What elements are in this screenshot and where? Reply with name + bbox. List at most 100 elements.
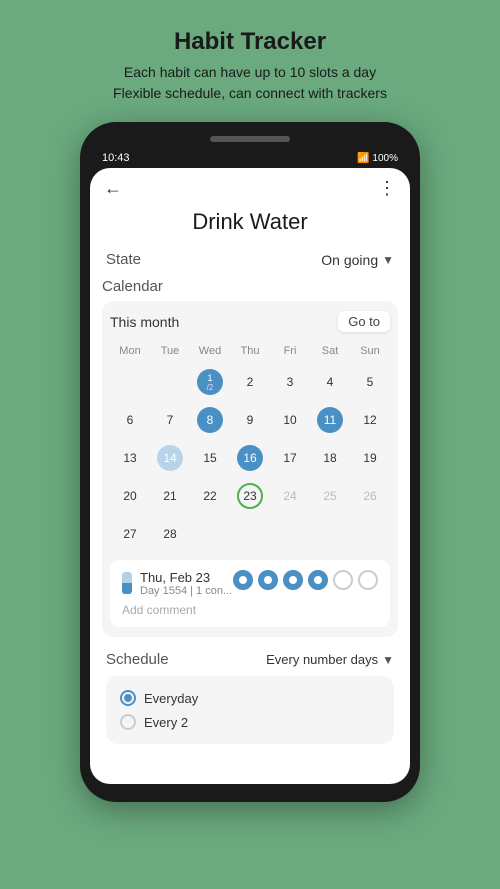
signal-icon: 📶 [357, 153, 369, 164]
calendar-box: This month Go to Mon Tue Wed Thu Fri Sat… [102, 301, 398, 637]
cal-cell[interactable]: 8 [190, 402, 230, 438]
date-circle: 6 [117, 407, 143, 433]
slot-5[interactable] [333, 570, 353, 590]
cal-cell[interactable]: 18 [310, 440, 350, 476]
cal-cell[interactable]: 19 [350, 440, 390, 476]
top-bar: ← ⋮ [90, 168, 410, 203]
cal-cell[interactable]: 28 [150, 516, 190, 552]
cal-row-1: 1 /2 2 3 4 5 [110, 364, 390, 400]
cal-cell[interactable]: 13 [110, 440, 150, 476]
cal-cell[interactable]: 17 [270, 440, 310, 476]
cal-cell[interactable]: 10 [270, 402, 310, 438]
state-row: State On going ▼ [90, 247, 410, 272]
cal-cell[interactable]: 14 [150, 440, 190, 476]
time: 10:43 [102, 152, 130, 164]
calendar-section: Calendar This month Go to Mon Tue Wed Th… [90, 272, 410, 645]
go-to-button[interactable]: Go to [338, 311, 390, 332]
cal-cell[interactable]: 11 [310, 402, 350, 438]
cal-cell[interactable]: 1 /2 [190, 364, 230, 400]
date-circle: 26 [357, 483, 383, 509]
add-comment[interactable]: Add comment [122, 603, 378, 617]
schedule-value-text: Every number days [266, 652, 378, 667]
date-circle: 11 [317, 407, 343, 433]
date-circle: 13 [117, 445, 143, 471]
slot-3[interactable] [283, 570, 303, 590]
slot-2[interactable] [258, 570, 278, 590]
everyday-radio-inner [124, 694, 132, 702]
date-circle: 24 [277, 483, 303, 509]
app-subtitle: Each habit can have up to 10 slots a day… [113, 62, 387, 104]
cal-cell[interactable]: 4 [310, 364, 350, 400]
header-thu: Thu [230, 340, 270, 362]
date-circle: 8 [197, 407, 223, 433]
slot-1[interactable] [233, 570, 253, 590]
cal-cell[interactable]: 2 [230, 364, 270, 400]
date-circle: 4 [317, 369, 343, 395]
day-sub: Day 1554 | 1 con... [140, 585, 232, 597]
state-dropdown-arrow: ▼ [382, 253, 394, 267]
cal-cell[interactable]: 20 [110, 478, 150, 514]
cal-cell[interactable]: 3 [270, 364, 310, 400]
this-month-label: This month [110, 314, 179, 330]
date-circle: 21 [157, 483, 183, 509]
back-button[interactable]: ← [104, 178, 122, 199]
cal-cell[interactable]: 26 [350, 478, 390, 514]
cal-cell[interactable]: 23 [230, 478, 270, 514]
header-tue: Tue [150, 340, 190, 362]
screen: ← ⋮ Drink Water State On going ▼ Calenda… [90, 168, 410, 784]
day-detail-info: Thu, Feb 23 Day 1554 | 1 con... [140, 570, 232, 597]
cal-cell[interactable] [110, 364, 150, 400]
cal-cell[interactable]: 24 [270, 478, 310, 514]
date-circle: 10 [277, 407, 303, 433]
schedule-dropdown[interactable]: Every number days ▼ [266, 652, 394, 667]
cal-cell [270, 516, 310, 552]
cal-cell [230, 516, 270, 552]
cal-cell[interactable]: 21 [150, 478, 190, 514]
date-circle: 5 [357, 369, 383, 395]
cal-cell[interactable]: 15 [190, 440, 230, 476]
slots-row [233, 570, 378, 590]
header-sat: Sat [310, 340, 350, 362]
day-header-row: Mon Tue Wed Thu Fri Sat Sun [110, 340, 390, 362]
cal-row-4: 20 21 22 23 24 25 26 [110, 478, 390, 514]
cal-cell[interactable]: 22 [190, 478, 230, 514]
date-circle: 22 [197, 483, 223, 509]
date-circle: 20 [117, 483, 143, 509]
date-circle: 3 [277, 369, 303, 395]
slot-4[interactable] [308, 570, 328, 590]
date-circle: 7 [157, 407, 183, 433]
option-everyday[interactable]: Everyday [120, 686, 380, 710]
battery-icon: 100% [372, 153, 398, 164]
app-title: Habit Tracker [174, 28, 326, 56]
date-circle: 2 [237, 369, 263, 395]
cal-cell[interactable]: 7 [150, 402, 190, 438]
cal-cell[interactable]: 9 [230, 402, 270, 438]
schedule-section: Schedule Every number days ▼ Everyday Ev… [90, 645, 410, 750]
date-circle: 1 /2 [197, 369, 223, 395]
cal-cell[interactable] [150, 364, 190, 400]
more-button[interactable]: ⋮ [378, 178, 396, 199]
cal-cell[interactable]: 25 [310, 478, 350, 514]
date-circle: 9 [237, 407, 263, 433]
cal-cell[interactable]: 5 [350, 364, 390, 400]
header-sun: Sun [350, 340, 390, 362]
schedule-box: Everyday Every 2 [106, 676, 394, 744]
state-value-text: On going [321, 252, 378, 268]
option-every2[interactable]: Every 2 [120, 710, 380, 734]
date-circle: 25 [317, 483, 343, 509]
cal-row-2: 6 7 8 9 10 11 12 [110, 402, 390, 438]
cal-cell[interactable]: 16 [230, 440, 270, 476]
schedule-label: Schedule [106, 651, 169, 668]
date-circle: 27 [117, 521, 143, 547]
cal-cell [350, 516, 390, 552]
cal-cell[interactable]: 6 [110, 402, 150, 438]
day-date: Thu, Feb 23 [140, 570, 232, 585]
cal-cell[interactable]: 27 [110, 516, 150, 552]
cal-cell [190, 516, 230, 552]
slot-6[interactable] [358, 570, 378, 590]
every2-radio[interactable] [120, 714, 136, 730]
state-dropdown[interactable]: On going ▼ [321, 252, 394, 268]
everyday-radio[interactable] [120, 690, 136, 706]
calendar-grid: Mon Tue Wed Thu Fri Sat Sun [110, 340, 390, 552]
cal-cell[interactable]: 12 [350, 402, 390, 438]
